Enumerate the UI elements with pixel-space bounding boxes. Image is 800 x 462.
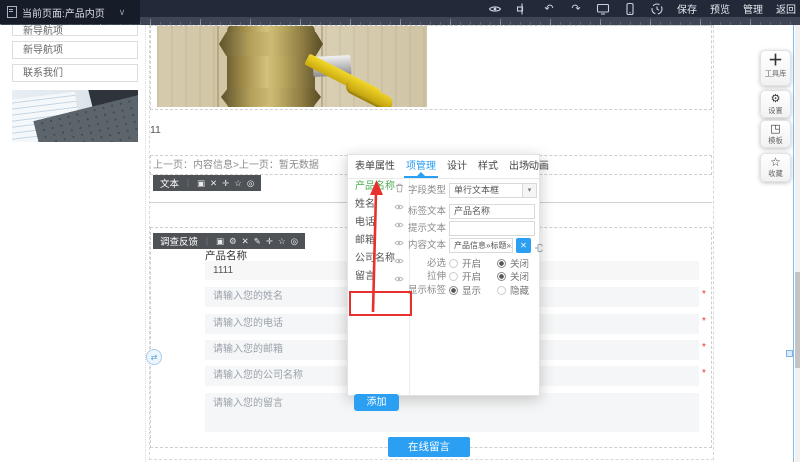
stretch-off-radio[interactable] [497, 272, 506, 281]
form-module-toolbar: 调查反馈 ｜ ▣ ⚙ ✕ ✎ ✛ ☆ ◎ [153, 233, 305, 249]
required-mark: * [702, 316, 710, 327]
eye-icon[interactable]: ◎ [291, 236, 298, 247]
tab-item-management[interactable]: 项管理 [406, 155, 436, 178]
preview-eye-icon[interactable] [488, 2, 502, 16]
plywood-seam [217, 26, 219, 107]
page-edge-guide [793, 25, 794, 462]
close-icon[interactable]: ✕ [524, 160, 532, 171]
undo-icon[interactable]: ↶ [542, 2, 556, 16]
tab-form-properties[interactable]: 表单属性 [355, 155, 395, 178]
move-icon[interactable]: ✛ [266, 236, 273, 247]
annotation-arrow [358, 178, 394, 318]
gear-icon: ⚙ [761, 93, 790, 106]
nav-item-contact[interactable]: 联系我们 [12, 64, 138, 82]
scrollbar-track[interactable] [795, 25, 800, 462]
field-type-select[interactable]: 单行文本框 ▾ [449, 183, 537, 198]
settings-button[interactable]: ⚙ 设置 [760, 90, 791, 118]
current-page-label: 当前页面:产品内页 [22, 5, 105, 20]
history-icon[interactable] [650, 2, 664, 16]
nav-item-new[interactable]: 新导航项 [12, 41, 138, 59]
text-block-11[interactable]: 11 [150, 124, 161, 136]
toolbar-module-label: 调查反馈 [160, 234, 198, 248]
delete-icon[interactable]: ✕ [242, 236, 249, 247]
content-text-input[interactable]: 产品信息»标题»1111 [449, 238, 513, 253]
editor-window: 当前页面:产品内页 ∨ ↶ ↷ 保存 预览 管理 返回 新导航项 新导航项 联系… [0, 0, 800, 462]
page-icon [7, 6, 17, 18]
required-on-radio[interactable] [449, 259, 458, 268]
star-icon[interactable]: ☆ [278, 236, 286, 247]
tool-library-button[interactable]: ＋ 工具库 [760, 50, 791, 86]
copy-icon[interactable]: ▣ [197, 178, 205, 189]
favorites-button[interactable]: ☆ 收藏 [760, 153, 791, 182]
clear-content-button[interactable]: ✕ [516, 238, 531, 253]
required-mark: * [702, 289, 710, 300]
module-resize-handle[interactable] [786, 350, 793, 357]
hint-text-input[interactable] [449, 221, 535, 236]
text-module-toolbar: 文本 ｜ ▣ ✕ ✛ ☆ ◎ [153, 175, 261, 191]
redo-icon[interactable]: ↷ [569, 2, 583, 16]
module-drag-handle[interactable]: ⇄ [146, 349, 162, 365]
valve-photo[interactable] [157, 26, 427, 107]
templates-button[interactable]: ◳ 模板 [760, 120, 791, 148]
brass-valve-hex-collar-bottom [221, 88, 321, 106]
show-label-hide-radio[interactable] [497, 286, 506, 295]
toolbar-separator: ｜ [203, 236, 211, 247]
brass-valve-hex-collar [219, 32, 323, 56]
required-mark: * [702, 368, 710, 379]
template-icon: ◳ [761, 123, 790, 136]
copy-icon[interactable]: ▣ [216, 236, 224, 247]
star-icon: ☆ [761, 156, 790, 169]
label-text-input[interactable]: 产品名称 [449, 204, 535, 219]
tab-design[interactable]: 设计 [447, 155, 467, 178]
save-button[interactable]: 保存 [677, 1, 697, 16]
online-message-button[interactable]: 在线留言 [388, 437, 470, 457]
topbar-actions: ↶ ↷ 保存 预览 管理 返回 [488, 0, 796, 17]
show-label-show-radio[interactable] [449, 286, 458, 295]
sidebar-laptop-image[interactable] [12, 90, 138, 142]
required-mark: * [702, 342, 710, 353]
preview-button[interactable]: 预览 [710, 1, 730, 16]
add-field-button[interactable]: 添加 [354, 394, 399, 411]
tab-style[interactable]: 样式 [478, 155, 498, 178]
stretch-on-radio[interactable] [449, 272, 458, 281]
gear-icon[interactable]: ⚙ [229, 236, 237, 247]
chevron-down-icon[interactable]: ▾ [522, 184, 536, 197]
edit-icon[interactable]: ✎ [254, 236, 261, 247]
eye-icon[interactable]: ◎ [247, 178, 254, 189]
chevron-down-icon[interactable]: ∨ [119, 7, 126, 18]
manage-button[interactable]: 管理 [743, 1, 763, 16]
toolbar-module-label: 文本 [160, 176, 179, 190]
move-icon[interactable]: ✛ [222, 178, 229, 189]
current-page-selector[interactable]: 当前页面:产品内页 ∨ [0, 0, 140, 24]
back-button[interactable]: 返回 [776, 1, 796, 16]
scrollbar-thumb[interactable] [795, 272, 800, 368]
plus-icon: ＋ [761, 53, 790, 69]
required-off-radio[interactable] [497, 259, 506, 268]
delete-icon[interactable]: ✕ [210, 178, 217, 189]
toolbar-separator: ｜ [184, 178, 192, 189]
snap-guide-icon[interactable] [515, 2, 529, 16]
panel-tabs: 表单属性 项管理 设计 样式 出场动画 [348, 155, 539, 179]
star-icon[interactable]: ☆ [234, 178, 242, 189]
desktop-view-icon[interactable] [596, 2, 610, 16]
mobile-view-icon[interactable] [623, 2, 637, 16]
sidebar-divider [145, 25, 146, 462]
message-textarea[interactable]: 请输入您的留言 [205, 393, 699, 432]
